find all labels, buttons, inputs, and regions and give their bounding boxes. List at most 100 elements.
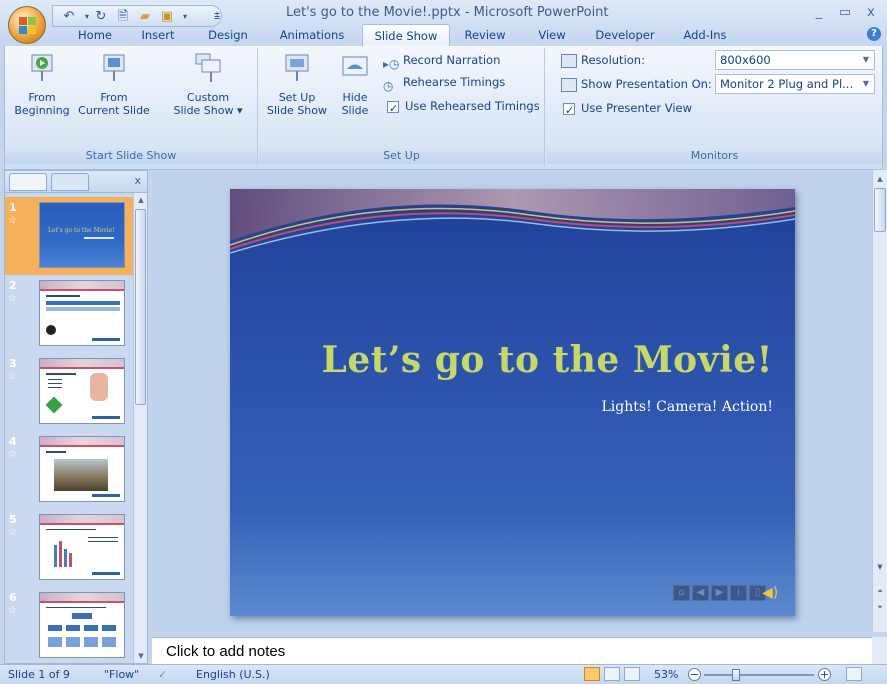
scrollbar-thumb[interactable] bbox=[874, 188, 886, 232]
speaker-icon[interactable]: ◀) bbox=[762, 585, 778, 601]
tab-review[interactable]: Review bbox=[458, 24, 512, 46]
use-presenter-view-checkbox[interactable]: Use Presenter View bbox=[563, 98, 693, 121]
spelling-check-icon[interactable]: ✓ bbox=[158, 668, 167, 681]
from-current-label-2: Current Slide bbox=[78, 104, 150, 117]
hide-slide-button[interactable]: Hide Slide bbox=[335, 52, 375, 117]
slide-subtitle[interactable]: Lights! Camera! Action! bbox=[602, 399, 774, 415]
group-monitors: Resolution: 800x600 ▼ Show Presentation … bbox=[547, 48, 882, 166]
scrollbar-thumb[interactable] bbox=[135, 209, 146, 405]
thumb-title: Let's go to the Movie! bbox=[48, 227, 115, 234]
slide-thumbnail-6[interactable]: 6 ☆ bbox=[5, 587, 133, 663]
show-on-label: Show Presentation On: bbox=[581, 77, 712, 91]
open-folder-icon[interactable]: ▰ bbox=[137, 9, 153, 25]
resolution-dropdown[interactable]: 800x600 ▼ bbox=[715, 50, 875, 70]
tab-add-ins[interactable]: Add-Ins bbox=[676, 24, 734, 46]
ribbon: From Beginning From Current Slide Custom… bbox=[4, 46, 883, 170]
tab-view[interactable]: View bbox=[532, 24, 572, 46]
tab-developer[interactable]: Developer bbox=[590, 24, 660, 46]
resolution-label: Resolution: bbox=[581, 53, 645, 67]
slides-panel-scrollbar[interactable]: ▲ ▼ bbox=[133, 193, 147, 663]
language[interactable]: English (U.S.) bbox=[196, 668, 270, 681]
slide-scrollbar[interactable]: ▲ ▼ ⏶ ⏷ bbox=[872, 170, 887, 632]
zoom-slider-track[interactable] bbox=[704, 674, 814, 676]
fit-to-window-icon[interactable] bbox=[846, 667, 862, 681]
use-rehearsed-timings-checkbox[interactable]: Use Rehearsed Timings bbox=[387, 96, 540, 119]
thumbnail-image bbox=[39, 358, 125, 424]
slide-thumbnail-3[interactable]: 3 ☆ bbox=[5, 353, 133, 431]
zoom-out-icon[interactable]: − bbox=[688, 668, 701, 681]
animation-star-icon: ☆ bbox=[8, 527, 17, 538]
from-current-slide-button[interactable]: From Current Slide bbox=[73, 52, 155, 117]
slide-title[interactable]: Let’s go to the Movie! bbox=[322, 339, 773, 381]
from-beginning-label-2: Beginning bbox=[14, 104, 70, 117]
next-action-icon[interactable]: ▶ bbox=[711, 585, 728, 601]
previous-action-icon[interactable]: ◀ bbox=[692, 585, 709, 601]
zoom-level[interactable]: 53% bbox=[654, 668, 678, 681]
tab-insert[interactable]: Insert bbox=[134, 24, 182, 46]
show-on-value: Monitor 2 Plug and Pl... bbox=[720, 77, 854, 91]
next-slide-icon[interactable]: ⏷ bbox=[874, 600, 886, 614]
thumbnail-image bbox=[39, 592, 125, 658]
home-action-icon[interactable]: ⌂ bbox=[673, 585, 690, 601]
undo-icon[interactable]: ↶ bbox=[61, 9, 77, 25]
notes-scrollbar[interactable] bbox=[872, 637, 887, 664]
custom-label-2: Slide Show ▾ bbox=[173, 104, 243, 117]
slide-thumbnail-4[interactable]: 4 ☆ bbox=[5, 431, 133, 509]
scroll-up-icon[interactable]: ▲ bbox=[135, 193, 147, 207]
slide-sorter-view-button[interactable] bbox=[604, 667, 620, 681]
info-action-icon[interactable]: i bbox=[730, 585, 747, 601]
close-icon[interactable]: x bbox=[134, 174, 141, 187]
checkbox-checked-icon bbox=[563, 101, 575, 121]
resolution-icon bbox=[561, 53, 577, 68]
group-label-monitors: Monitors bbox=[547, 147, 882, 164]
tab-home[interactable]: Home bbox=[70, 24, 120, 46]
slides-tab[interactable] bbox=[9, 173, 47, 191]
slides-panel: x 1 ☆ Let's go to the Movie! 2 ☆ 3 ☆ 4 ☆… bbox=[4, 170, 148, 664]
tab-slide-show[interactable]: Slide Show bbox=[362, 24, 450, 46]
print-preview-icon[interactable]: 🗎 bbox=[115, 9, 131, 25]
scroll-down-icon[interactable]: ▼ bbox=[135, 649, 147, 663]
resolution-value: 800x600 bbox=[720, 53, 771, 67]
previous-slide-icon[interactable]: ⏶ bbox=[874, 584, 886, 598]
tab-design[interactable]: Design bbox=[202, 24, 254, 46]
scroll-up-icon[interactable]: ▲ bbox=[874, 172, 886, 186]
from-beginning-button[interactable]: From Beginning bbox=[11, 52, 73, 117]
minimize-button[interactable]: _ bbox=[808, 4, 830, 22]
paste-dropdown-icon[interactable]: ▾ bbox=[177, 9, 193, 25]
rehearse-timings-button[interactable]: ◷ Rehearse Timings bbox=[383, 72, 505, 93]
slide-number: 4 bbox=[9, 435, 17, 448]
slide-thumbnail-5[interactable]: 5 ☆ bbox=[5, 509, 133, 587]
scroll-down-icon[interactable]: ▼ bbox=[874, 560, 886, 574]
animation-star-icon: ☆ bbox=[8, 293, 17, 304]
redo-icon[interactable]: ↻ bbox=[93, 9, 109, 25]
hide-slide-icon bbox=[342, 56, 368, 76]
paste-icon[interactable]: ▣ bbox=[159, 9, 175, 25]
slide-thumbnail-2[interactable]: 2 ☆ bbox=[5, 275, 133, 353]
help-icon[interactable]: ? bbox=[867, 27, 881, 41]
slide-show-view-button[interactable] bbox=[624, 667, 640, 681]
office-button[interactable] bbox=[8, 6, 46, 44]
theme-name: "Flow" bbox=[104, 668, 140, 681]
zoom-slider-knob[interactable] bbox=[732, 669, 740, 681]
panel-tabs: x bbox=[5, 171, 147, 193]
customize-qat-icon[interactable]: ⩲ bbox=[209, 9, 225, 25]
set-up-slide-show-button[interactable]: Set Up Slide Show bbox=[263, 52, 331, 117]
zoom-in-icon[interactable]: + bbox=[818, 668, 831, 681]
use-presenter-view-label: Use Presenter View bbox=[581, 101, 693, 115]
normal-view-button[interactable] bbox=[584, 667, 600, 681]
animation-star-icon: ☆ bbox=[8, 215, 17, 226]
slide-thumbnail-1[interactable]: 1 ☆ Let's go to the Movie! bbox=[5, 197, 133, 275]
hide-slide-label-1: Hide bbox=[342, 91, 368, 104]
set-up-label-2: Slide Show bbox=[266, 104, 328, 117]
record-narration-button[interactable]: ▸◷ Record Narration bbox=[383, 50, 500, 71]
custom-slide-show-button[interactable]: Custom Slide Show ▾ bbox=[169, 52, 247, 117]
current-slide[interactable]: Let’s go to the Movie! Lights! Camera! A… bbox=[230, 189, 795, 616]
notes-pane[interactable]: Click to add notes bbox=[152, 637, 872, 664]
notes-placeholder[interactable]: Click to add notes bbox=[166, 643, 285, 660]
outline-tab[interactable] bbox=[51, 173, 89, 191]
tab-animations[interactable]: Animations bbox=[272, 24, 352, 46]
show-presentation-on-dropdown[interactable]: Monitor 2 Plug and Pl... ▼ bbox=[715, 74, 875, 94]
group-start-slide-show: From Beginning From Current Slide Custom… bbox=[5, 48, 258, 166]
maximize-button[interactable]: ▭ bbox=[834, 4, 856, 22]
close-button[interactable]: x bbox=[860, 4, 882, 22]
